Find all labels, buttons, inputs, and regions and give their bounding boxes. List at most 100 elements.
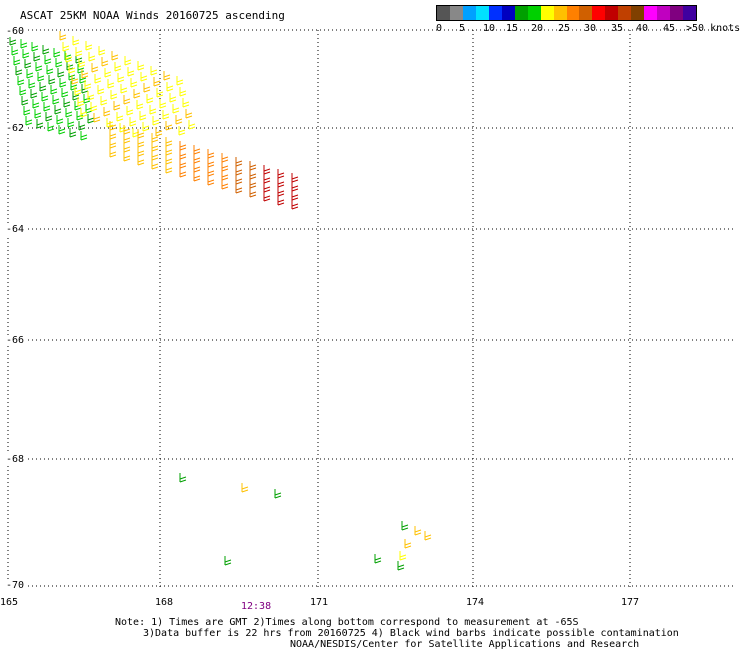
wind-barb [130, 78, 138, 88]
wind-barb [182, 98, 190, 108]
wind-barb [69, 128, 77, 138]
wind-barb [151, 160, 159, 170]
wind-barb [179, 473, 187, 483]
wind-barb [81, 69, 89, 79]
wind-barb [241, 483, 249, 493]
wind-barb [19, 86, 27, 96]
wind-barb [78, 121, 86, 131]
wind-barb [54, 105, 62, 115]
colorbar-swatch [553, 6, 567, 20]
colorbar-swatch [488, 6, 502, 20]
wind-barb [151, 133, 159, 143]
wind-barb [185, 109, 193, 119]
wind-barb [291, 173, 299, 183]
wind-barb [78, 58, 86, 68]
wind-barb [175, 115, 183, 125]
wind-barbs [9, 31, 432, 571]
pass-time-label: 12:38 [241, 601, 272, 612]
wind-barb [20, 39, 28, 49]
wind-barb [207, 176, 215, 186]
wind-barb [137, 138, 145, 148]
wind-barb [404, 539, 412, 549]
wind-barb [165, 121, 173, 131]
wind-barb [11, 46, 19, 56]
wind-barb [291, 191, 299, 201]
wind-barb [399, 551, 407, 561]
wind-barb [93, 113, 101, 123]
wind-barb [123, 143, 131, 153]
wind-barb [151, 142, 159, 152]
wind-barb [151, 151, 159, 161]
wind-barb [120, 84, 128, 94]
colorbar-swatch [527, 6, 541, 20]
wind-barb [35, 62, 43, 72]
lat-label: -70 [5, 580, 26, 591]
wind-barb [136, 100, 144, 110]
wind-barb [32, 99, 40, 109]
wind-barb [23, 106, 31, 116]
wind-barb [179, 141, 187, 151]
wind-barb [221, 153, 229, 163]
wind-barb [17, 76, 25, 86]
colorbar-label: 25 [558, 23, 571, 34]
wind-barb [274, 489, 282, 499]
colorbar-swatch [566, 6, 580, 20]
colorbar-swatch [670, 6, 684, 20]
lon-label: 165 [0, 597, 19, 608]
wind-barb [221, 171, 229, 181]
wind-barb [176, 76, 184, 86]
wind-barb [249, 161, 257, 171]
wind-barb [67, 118, 75, 128]
lat-label: -66 [5, 335, 26, 346]
wind-barb [101, 57, 109, 67]
wind-barb [235, 184, 243, 194]
wind-barb [88, 52, 96, 62]
wind-barb [249, 188, 257, 198]
wind-barb [63, 98, 71, 108]
colorbar-swatch [437, 6, 450, 20]
colorbar-swatch [501, 6, 515, 20]
wind-barb [263, 183, 271, 193]
note-line-1: Note: 1) Times are GMT 2)Times along bot… [115, 617, 579, 628]
colorbar-swatch [618, 6, 632, 20]
wind-barb [62, 42, 70, 52]
wind-barb [100, 96, 108, 106]
wind-barb [111, 51, 119, 61]
wind-barb [193, 163, 201, 173]
wind-barb [57, 68, 65, 78]
colorbar-swatch [605, 6, 619, 20]
wind-barb [21, 96, 29, 106]
map-title: ASCAT 25KM NOAA Winds 20160725 ascending [20, 9, 285, 22]
wind-barb [42, 45, 50, 55]
wind-barb [224, 556, 232, 566]
wind-barb [150, 66, 158, 76]
wind-barb [28, 79, 36, 89]
wind-barb [374, 554, 382, 564]
wind-barb [123, 95, 131, 105]
wind-barb [263, 174, 271, 184]
lat-label: -60 [5, 26, 26, 37]
colorbar-label: 45 [663, 23, 676, 34]
wind-barb [58, 125, 66, 135]
colorbar-label: 0 [436, 23, 443, 34]
wind-barb [34, 109, 42, 119]
wind-barb [114, 62, 122, 72]
wind-barb [235, 157, 243, 167]
colorbar-swatch [462, 6, 476, 20]
wind-barb [15, 66, 23, 76]
colorbar-label: 35 [611, 23, 624, 34]
wind-barb [50, 85, 58, 95]
wind-barb [165, 155, 173, 165]
wind-barb [249, 179, 257, 189]
wind-barb [53, 48, 61, 58]
colorbar-swatch [540, 6, 554, 20]
wind-barb [139, 111, 147, 121]
wind-barb [75, 47, 83, 57]
lat-label: -62 [5, 123, 26, 134]
wind-barb [107, 79, 115, 89]
wind-barb [59, 78, 67, 88]
wind-barb [123, 134, 131, 144]
lon-label: 171 [310, 597, 329, 608]
wind-barb [80, 131, 88, 141]
wind-barb [113, 101, 121, 111]
